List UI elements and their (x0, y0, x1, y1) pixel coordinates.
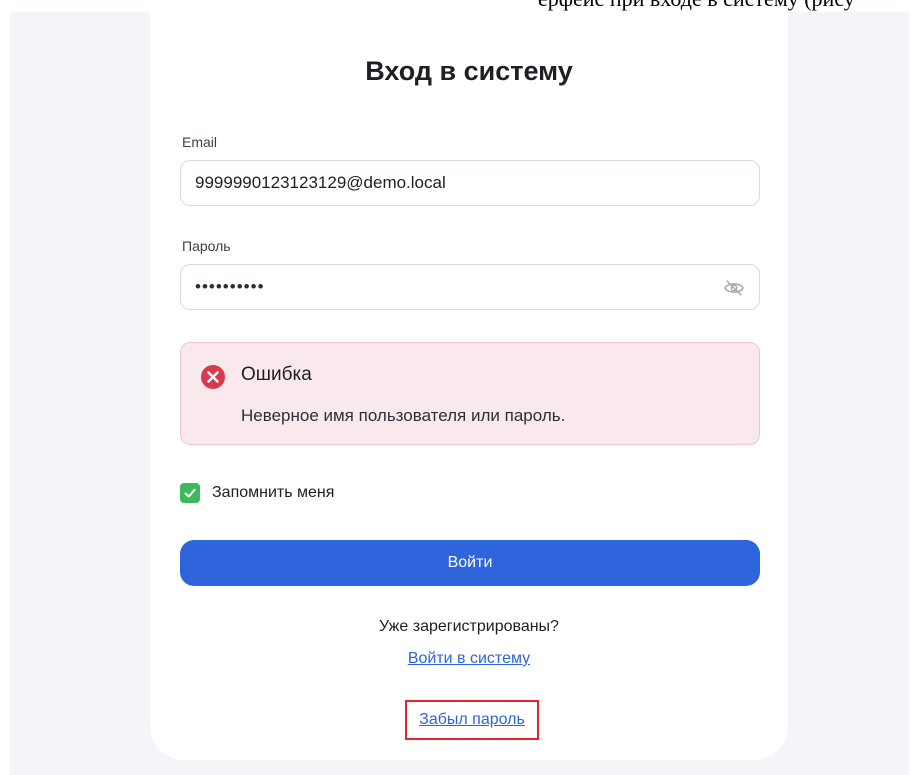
top-strip: ерфейс при входе в систему (рису (0, 0, 911, 12)
registered-text: Уже зарегистрированы? (379, 618, 559, 635)
remember-label: Запомнить меня (212, 484, 335, 501)
forgot-password-highlight: Забыл пароль (405, 700, 539, 740)
error-x-icon (201, 365, 225, 389)
signin-link[interactable]: Войти в систему (150, 650, 788, 668)
signin-link-label[interactable]: Войти в систему (408, 650, 530, 667)
document-text-fragment: ерфейс при входе в систему (рису (538, 0, 855, 12)
alert-message: Неверное имя пользователя или пароль. (241, 406, 566, 425)
page-title: Вход в систему (365, 56, 573, 86)
remember-checkbox[interactable] (180, 483, 200, 503)
login-button[interactable]: Войти (180, 540, 760, 586)
email-label: Email (182, 134, 218, 150)
email-value: 9999990123123129@demo.local (195, 173, 446, 192)
email-field[interactable]: 9999990123123129@demo.local (180, 160, 760, 206)
error-alert: Ошибка Неверное имя пользователя или пар… (180, 342, 760, 445)
eye-off-icon[interactable] (723, 278, 745, 298)
password-value: •••••••••• (195, 277, 265, 296)
forgot-password-link[interactable]: Забыл пароль (419, 711, 525, 729)
remember-me[interactable]: Запомнить меня (180, 483, 334, 503)
password-field[interactable]: •••••••••• (180, 264, 760, 310)
password-label: Пароль (182, 238, 231, 254)
login-card: Вход в систему Email 9999990123123129@de… (150, 12, 788, 760)
checkmark-icon (184, 488, 196, 498)
page-backdrop: Вход в систему Email 9999990123123129@de… (10, 12, 909, 775)
alert-title: Ошибка (241, 364, 312, 385)
